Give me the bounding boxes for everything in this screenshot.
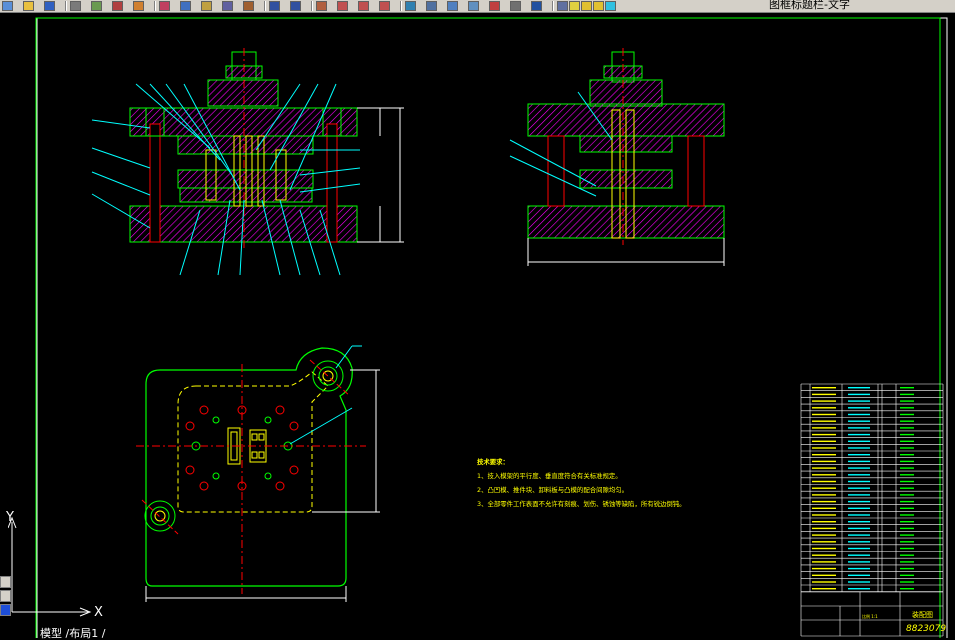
- cut-icon[interactable]: [159, 1, 170, 11]
- toolbar-separator: [264, 1, 266, 11]
- brush-icon[interactable]: [243, 1, 254, 11]
- toolbar-separator: [552, 1, 554, 11]
- tool-palettes-icon[interactable]: [447, 1, 458, 11]
- panel-icon[interactable]: [0, 590, 11, 602]
- pan-icon[interactable]: [316, 1, 327, 11]
- notes-item-3: 3、全部零件工作表面不允许有刻痕、划伤、锈蚀等缺陷，所有锐边倒钝。: [477, 500, 686, 508]
- design-center-icon[interactable]: [426, 1, 437, 11]
- ucs-x-label: X: [94, 605, 103, 620]
- open-icon[interactable]: [23, 1, 34, 11]
- notes-item-2: 2、凸凹模、推件块、卸料板与凸模的配合间隙均匀。: [477, 486, 629, 494]
- zoom-realtime-icon[interactable]: [337, 1, 348, 11]
- preview-icon[interactable]: [91, 1, 102, 11]
- tool-palette-icon[interactable]: [0, 576, 11, 588]
- properties-icon[interactable]: [405, 1, 416, 11]
- toolbar-separator: [400, 1, 402, 11]
- layer-sun-icon[interactable]: [581, 1, 592, 11]
- calculator-icon[interactable]: [510, 1, 521, 11]
- plan-view: [136, 345, 380, 602]
- redo-icon[interactable]: [290, 1, 301, 11]
- front-view: [91, 48, 404, 276]
- layer-lock-icon[interactable]: [593, 1, 604, 11]
- toolbar-separator: [154, 1, 156, 11]
- parts-list: [800, 383, 944, 637]
- new-icon[interactable]: [2, 1, 13, 11]
- save-icon[interactable]: [44, 1, 55, 11]
- paste-icon[interactable]: [201, 1, 212, 11]
- ucs-y-label: Y: [6, 510, 14, 525]
- zoom-window-icon[interactable]: [358, 1, 369, 11]
- drawing-canvas[interactable]: [0, 12, 955, 638]
- layer-bulb-icon[interactable]: [569, 1, 580, 11]
- layout-tabs[interactable]: 模型 /布局1 /: [40, 628, 105, 640]
- zoom-previous-icon[interactable]: [379, 1, 390, 11]
- sheet-set-icon[interactable]: [468, 1, 479, 11]
- notes-title: 技术要求：: [477, 458, 509, 466]
- notes-item-1: 1、技入模架的平行度、垂直度符合有关标准规定。: [477, 472, 622, 480]
- panel-icon-2[interactable]: [0, 604, 11, 616]
- title-block-scale: 比例 1:1: [862, 614, 878, 619]
- toolbar-separator: [311, 1, 313, 11]
- side-view: [509, 48, 725, 266]
- left-docked-toolbar[interactable]: [0, 572, 11, 632]
- layer-color-icon[interactable]: [605, 1, 616, 11]
- layer-manager-icon[interactable]: [557, 1, 568, 11]
- print-icon[interactable]: [70, 1, 81, 11]
- title-block-drawing-number: 8823079: [906, 624, 947, 634]
- undo-icon[interactable]: [269, 1, 280, 11]
- match-properties-icon[interactable]: [222, 1, 233, 11]
- toolbar-separator: [65, 1, 67, 11]
- copy-icon[interactable]: [180, 1, 191, 11]
- publish-icon[interactable]: [112, 1, 123, 11]
- layer-dropdown[interactable]: 图框标题栏-文字: [769, 0, 850, 12]
- technical-requirements: 技术要求： 1、技入模架的平行度、垂直度符合有关标准规定。 2、凸凹模、推件块、…: [477, 455, 787, 511]
- title-block-drawing-name: 装配图: [912, 611, 933, 619]
- help-icon[interactable]: [531, 1, 542, 11]
- markup-icon[interactable]: [489, 1, 500, 11]
- 3d-print-icon[interactable]: [133, 1, 144, 11]
